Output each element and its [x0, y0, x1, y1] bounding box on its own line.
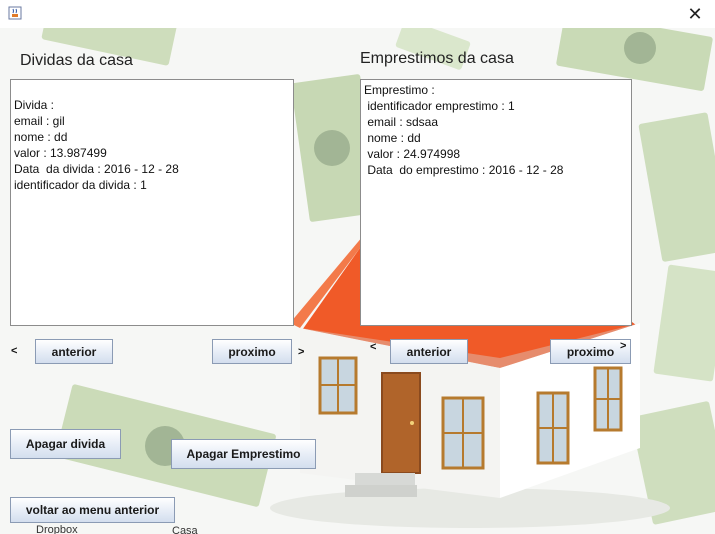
emprestimos-line: valor : 24.974998: [364, 147, 461, 161]
dividas-line: Data da divida : 2016 - 12 - 28: [14, 162, 179, 176]
voltar-menu-button[interactable]: voltar ao menu anterior: [10, 497, 175, 523]
window-titlebar: ✕: [0, 0, 715, 28]
dividas-line: Divida :: [14, 98, 55, 112]
taskbar-fragment-dropbox: Dropbox: [36, 524, 78, 534]
dividas-anterior-button[interactable]: anterior: [35, 339, 113, 364]
apagar-divida-button[interactable]: Apagar divida: [10, 429, 121, 459]
dividas-line: email : gil: [14, 114, 65, 128]
dividas-heading: Dividas da casa: [20, 52, 133, 69]
emprestimos-textarea[interactable]: Emprestimo : identificador emprestimo : …: [360, 79, 632, 326]
emprestimos-heading: Emprestimos da casa: [360, 50, 514, 67]
dividas-line: identificador da divida : 1: [14, 178, 147, 192]
emprestimos-line: nome : dd: [364, 131, 421, 145]
emprestimos-next-arrow: >: [620, 340, 627, 352]
emprestimos-line: email : sdsaa: [364, 115, 439, 129]
dividas-line: valor : 13.987499: [14, 146, 107, 160]
emprestimos-proximo-button[interactable]: proximo: [550, 339, 631, 364]
taskbar-fragment-casa: Casa: [172, 525, 198, 534]
emprestimos-line: identificador emprestimo : 1: [364, 99, 515, 113]
apagar-emprestimo-button[interactable]: Apagar Emprestimo: [171, 439, 316, 469]
dividas-textarea[interactable]: Divida : email : gil nome : dd valor : 1…: [10, 79, 294, 326]
dividas-line: nome : dd: [14, 130, 68, 144]
emprestimos-line: Emprestimo :: [364, 83, 435, 97]
main-panel: Dividas da casa Emprestimos da casa Divi…: [0, 28, 715, 534]
java-cup-icon: [8, 6, 22, 20]
emprestimos-line: Data do emprestimo : 2016 - 12 - 28: [364, 163, 564, 177]
dividas-proximo-button[interactable]: proximo: [212, 339, 292, 364]
emprestimos-prev-arrow: <: [370, 341, 377, 353]
emprestimos-anterior-button[interactable]: anterior: [390, 339, 468, 364]
close-button[interactable]: ✕: [684, 3, 706, 25]
dividas-prev-arrow: <: [11, 345, 18, 357]
dividas-next-arrow: >: [298, 346, 305, 358]
